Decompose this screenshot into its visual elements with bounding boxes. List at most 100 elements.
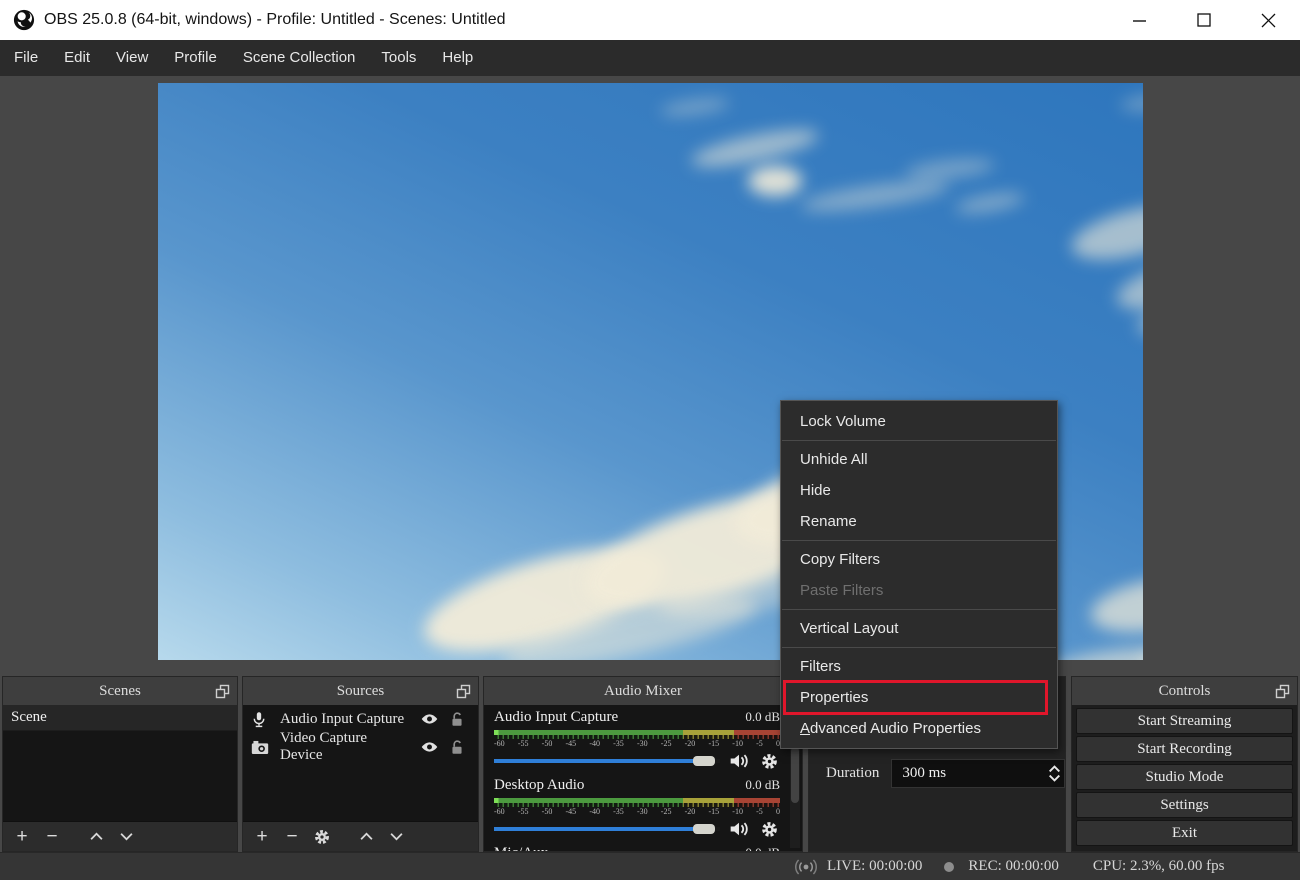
- context-menu-item-hide[interactable]: Hide: [781, 475, 1057, 506]
- move-scene-down-button[interactable]: [113, 824, 139, 850]
- context-menu-item-rename[interactable]: Rename: [781, 506, 1057, 537]
- audio-mixer-panel: Audio Mixer Audio Input Capture0.0 dB-60…: [483, 676, 803, 852]
- volume-meter-scale: -60-55-50-45-40-35-30-25-20-15-10-50: [494, 739, 780, 749]
- cloud-shape: [748, 166, 802, 196]
- volume-slider[interactable]: [494, 817, 720, 841]
- context-menu-item-copy-filters[interactable]: Copy Filters: [781, 544, 1057, 575]
- mixer-slider-row: [494, 817, 780, 841]
- mixer-slider-row: [494, 749, 780, 773]
- menu-separator: [782, 440, 1056, 441]
- context-menu-item-properties[interactable]: Properties: [781, 682, 1057, 713]
- scale-label: -50: [542, 807, 553, 817]
- start-recording-button[interactable]: Start Recording: [1076, 736, 1293, 762]
- scale-label: -45: [565, 739, 576, 749]
- panel-float-icon[interactable]: [214, 683, 230, 699]
- sources-panel: Sources Audio Input CaptureVideo Capture…: [242, 676, 479, 852]
- volume-slider[interactable]: [494, 749, 720, 773]
- controls-panel-title: Controls: [1072, 683, 1297, 700]
- menu-profile[interactable]: Profile: [161, 40, 230, 76]
- dock-area: Scenes Scene + − Sources Audio Input Cap…: [0, 676, 1300, 852]
- mixer-scrollbar-thumb[interactable]: [791, 747, 799, 803]
- panel-float-icon[interactable]: [1274, 683, 1290, 699]
- live-timer: LIVE: 00:00:00: [827, 858, 922, 875]
- menu-file[interactable]: File: [1, 40, 51, 76]
- scale-label: -20: [685, 807, 696, 817]
- add-scene-button[interactable]: +: [9, 824, 35, 850]
- channel-settings-gear-button[interactable]: [758, 818, 780, 840]
- scale-label: -25: [661, 739, 672, 749]
- volume-meter-scale: -60-55-50-45-40-35-30-25-20-15-10-50: [494, 807, 780, 817]
- duration-decrement-button[interactable]: [1048, 774, 1061, 782]
- source-row-audio-input-capture[interactable]: Audio Input Capture: [243, 705, 478, 733]
- scale-label: -55: [518, 739, 529, 749]
- scale-label: -35: [613, 739, 624, 749]
- visibility-eye-icon[interactable]: [421, 709, 441, 729]
- scale-label: -30: [637, 807, 648, 817]
- mixer-channel-header: Mic/Aux0.0 dB: [494, 845, 780, 851]
- slider-handle[interactable]: [693, 824, 715, 834]
- studio-mode-button[interactable]: Studio Mode: [1076, 764, 1293, 790]
- scenes-toolbar: + −: [3, 821, 237, 851]
- scenes-panel-title: Scenes: [3, 683, 237, 700]
- cloud-shape: [1087, 569, 1143, 641]
- cloud-shape: [954, 189, 1026, 217]
- slider-fill: [494, 827, 697, 831]
- duration-increment-button[interactable]: [1048, 765, 1061, 773]
- mixer-channel-header: Audio Input Capture0.0 dB: [494, 709, 780, 729]
- scale-label: -50: [542, 739, 553, 749]
- cpu-stats: CPU: 2.3%, 60.00 fps: [1093, 858, 1225, 875]
- minimize-icon: [1133, 13, 1147, 27]
- duration-value: 300 ms: [892, 765, 946, 782]
- panel-float-icon[interactable]: [455, 683, 471, 699]
- context-menu-item-paste-filters[interactable]: Paste Filters: [781, 575, 1057, 606]
- volume-meter-ticks: [494, 735, 780, 739]
- scale-label: -10: [732, 807, 743, 817]
- remove-source-button[interactable]: −: [279, 824, 305, 850]
- mixer-channel-name: Mic/Aux: [494, 845, 548, 851]
- start-streaming-button[interactable]: Start Streaming: [1076, 708, 1293, 734]
- close-button[interactable]: [1236, 0, 1300, 40]
- controls-panel: Controls Start StreamingStart RecordingS…: [1071, 676, 1298, 852]
- menu-scene-collection[interactable]: Scene Collection: [230, 40, 369, 76]
- context-menu: Lock Volume Unhide AllHideRename Copy Filt…: [780, 400, 1058, 749]
- minimize-button[interactable]: [1108, 0, 1172, 40]
- maximize-button[interactable]: [1172, 0, 1236, 40]
- channel-settings-gear-button[interactable]: [758, 750, 780, 772]
- context-menu-item-unhide-all[interactable]: Unhide All: [781, 444, 1057, 475]
- controls-buttons: Start StreamingStart RecordingStudio Mod…: [1076, 708, 1293, 846]
- source-properties-gear-button[interactable]: [309, 824, 335, 850]
- menu-help[interactable]: Help: [429, 40, 486, 76]
- mute-speaker-button[interactable]: [728, 818, 750, 840]
- close-icon: [1261, 13, 1276, 28]
- slider-handle[interactable]: [693, 756, 715, 766]
- unlock-icon[interactable]: [450, 709, 470, 729]
- context-menu-item-advanced-audio-properties[interactable]: Advanced Audio Properties: [781, 713, 1057, 744]
- cloud-shape: [904, 155, 995, 182]
- scene-name: Scene: [11, 709, 47, 726]
- menu-edit[interactable]: Edit: [51, 40, 103, 76]
- slider-fill: [494, 759, 697, 763]
- settings-button[interactable]: Settings: [1076, 792, 1293, 818]
- status-bar: LIVE: 00:00:00 REC: 00:00:00 CPU: 2.3%, …: [0, 852, 1300, 880]
- context-menu-item-filters[interactable]: Filters: [781, 651, 1057, 682]
- sources-toolbar: + −: [243, 821, 478, 851]
- exit-button[interactable]: Exit: [1076, 820, 1293, 846]
- visibility-eye-icon[interactable]: [421, 737, 441, 757]
- mute-speaker-button[interactable]: [728, 750, 750, 772]
- scene-list-item[interactable]: Scene: [3, 705, 237, 731]
- move-source-up-button[interactable]: [353, 824, 379, 850]
- add-source-button[interactable]: +: [249, 824, 275, 850]
- duration-spinbox[interactable]: 300 ms: [891, 759, 1065, 788]
- context-menu-item-lock-volume[interactable]: Lock Volume: [781, 406, 1057, 437]
- move-source-down-button[interactable]: [383, 824, 409, 850]
- menu-view[interactable]: View: [103, 40, 161, 76]
- source-row-video-capture-device[interactable]: Video Capture Device: [243, 733, 478, 761]
- title-bar: OBS 25.0.8 (64-bit, windows) - Profile: …: [0, 0, 1300, 40]
- menu-tools[interactable]: Tools: [368, 40, 429, 76]
- remove-scene-button[interactable]: −: [39, 824, 65, 850]
- microphone-icon: [251, 709, 271, 729]
- context-menu-item-vertical-layout[interactable]: Vertical Layout: [781, 613, 1057, 644]
- unlock-icon[interactable]: [450, 737, 470, 757]
- move-scene-up-button[interactable]: [83, 824, 109, 850]
- rec-timer: REC: 00:00:00: [968, 858, 1058, 875]
